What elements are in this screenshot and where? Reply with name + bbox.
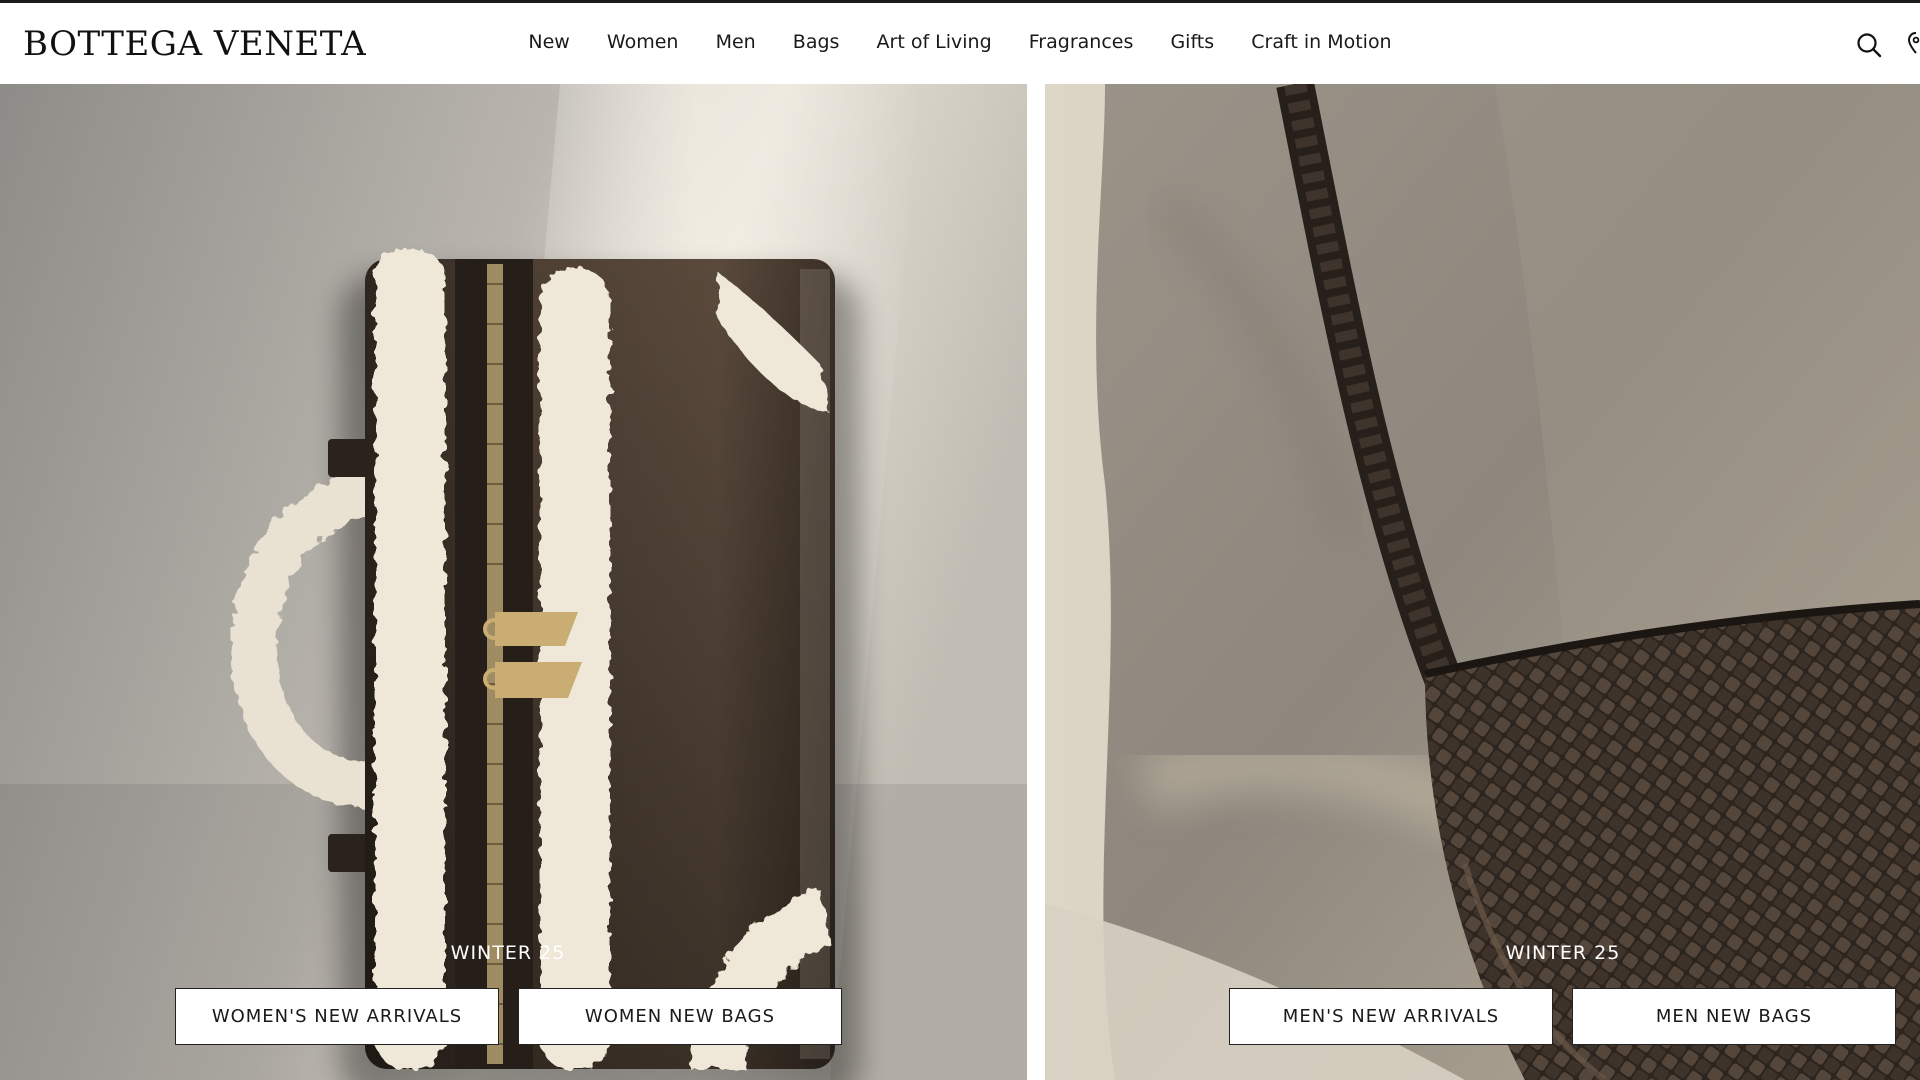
women-hero-image: [0, 84, 1027, 1080]
nav-item-new[interactable]: New: [528, 31, 569, 53]
men-season-label: WINTER 25: [1505, 942, 1621, 964]
site-header: BOTTEGA VENETA New Women Men Bags Art of…: [0, 0, 1920, 84]
nav-item-bags[interactable]: Bags: [793, 31, 840, 53]
men-hero-panel[interactable]: WINTER 25 MEN'S NEW ARRIVALS MEN NEW BAG…: [1045, 84, 1920, 1080]
nav-item-men[interactable]: Men: [716, 31, 756, 53]
store-locator-icon[interactable]: [1908, 31, 1920, 57]
nav-item-gifts[interactable]: Gifts: [1170, 31, 1214, 53]
men-new-arrivals-button[interactable]: MEN'S NEW ARRIVALS: [1229, 988, 1553, 1045]
search-icon[interactable]: [1856, 32, 1882, 58]
nav-item-craft-in-motion[interactable]: Craft in Motion: [1251, 31, 1391, 53]
panel-divider: [1027, 84, 1045, 1080]
main-nav: New Women Men Bags Art of Living Fragran…: [0, 31, 1920, 53]
women-new-bags-button[interactable]: WOMEN NEW BAGS: [518, 988, 842, 1045]
men-new-bags-button[interactable]: MEN NEW BAGS: [1572, 988, 1896, 1045]
nav-item-art-of-living[interactable]: Art of Living: [877, 31, 992, 53]
men-hero-image: [1045, 84, 1920, 1080]
women-new-arrivals-button[interactable]: WOMEN'S NEW ARRIVALS: [175, 988, 499, 1045]
nav-item-fragrances[interactable]: Fragrances: [1029, 31, 1134, 53]
nav-item-women[interactable]: Women: [607, 31, 679, 53]
women-season-label: WINTER 25: [450, 942, 566, 964]
women-hero-panel[interactable]: WINTER 25 WOMEN'S NEW ARRIVALS WOMEN NEW…: [0, 84, 1027, 1080]
